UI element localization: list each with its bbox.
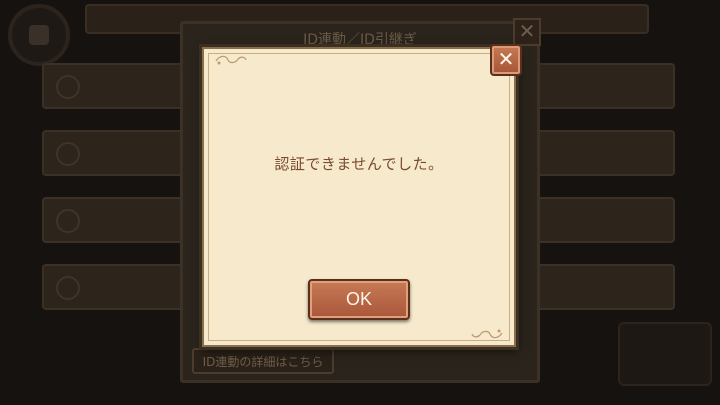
menu-icon — [56, 142, 80, 166]
background-menu-button — [530, 264, 675, 310]
background-menu-button — [42, 130, 192, 176]
background-menu-button — [530, 197, 675, 243]
id-link-dialog-title: ID連動／ID引継ぎ — [303, 32, 417, 48]
background-menu-button — [42, 63, 192, 109]
ok-button-label: OK — [345, 289, 372, 309]
gear-icon — [8, 4, 70, 66]
background-corner-panel — [618, 322, 712, 386]
background-menu-button — [42, 264, 192, 310]
background-menu-button — [42, 197, 192, 243]
menu-icon — [56, 276, 80, 300]
error-message: 認証できませんでした。 — [274, 155, 444, 173]
modal-close-button[interactable]: ✕ — [490, 44, 522, 76]
background-menu-button — [530, 130, 675, 176]
flourish-ornament-icon — [471, 329, 503, 339]
background-menu-button — [530, 63, 675, 109]
menu-icon — [56, 75, 80, 99]
ok-button[interactable]: OK — [308, 279, 410, 320]
id-link-details-button: ID連動の詳細はこちら — [192, 348, 334, 374]
flourish-ornament-icon — [215, 55, 247, 65]
id-link-dialog-close-button: ✕ — [513, 18, 541, 46]
close-icon: ✕ — [497, 47, 515, 71]
menu-icon — [56, 209, 80, 233]
